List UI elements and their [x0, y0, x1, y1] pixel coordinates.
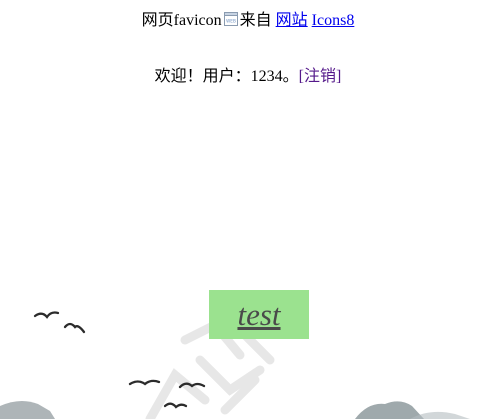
favicon-credit-prefix: 网页favicon: [141, 12, 222, 29]
page: 网页favicon WEB 来自 网站 Icons8 欢迎！用户：1234。[注销]…: [0, 0, 496, 419]
welcome-text: 欢迎！用户：1234。: [154, 68, 299, 85]
favicon-credit-line: 网页favicon WEB 来自 网站 Icons8: [0, 10, 496, 32]
web-favicon-icon: WEB: [223, 11, 238, 26]
right-mountain: [355, 401, 424, 419]
website-link[interactable]: 网站: [276, 12, 308, 29]
icons8-link[interactable]: Icons8: [312, 12, 355, 29]
left-mountain: [0, 400, 55, 419]
welcome-line: 欢迎！用户：1234。[注销]: [0, 66, 496, 88]
logout-link[interactable]: [注销]: [299, 68, 342, 85]
birds: [33, 311, 206, 409]
test-button[interactable]: test: [209, 290, 309, 339]
svg-text:WEB: WEB: [226, 19, 236, 24]
favicon-credit-from: 来自: [239, 12, 272, 29]
